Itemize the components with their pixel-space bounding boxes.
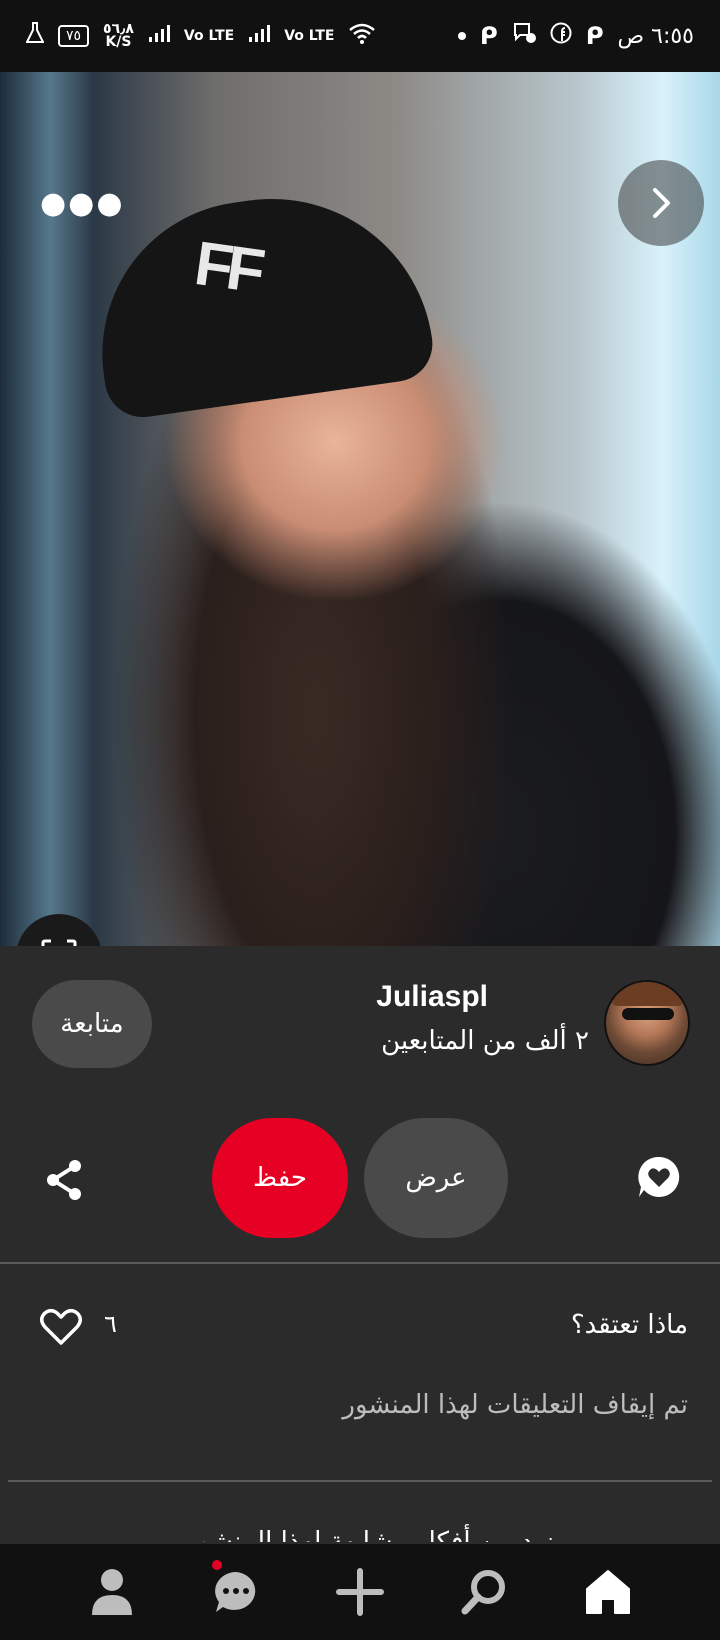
signal-icon (148, 23, 170, 49)
next-button[interactable] (618, 160, 704, 246)
create-icon (336, 1568, 384, 1616)
nav-create[interactable] (330, 1562, 390, 1622)
share-button[interactable] (44, 1158, 84, 1202)
profile-icon (92, 1569, 132, 1615)
messenger-icon (512, 22, 536, 50)
nav-messages[interactable] (206, 1560, 266, 1622)
home-icon (586, 1570, 630, 1614)
share-icon (47, 1160, 81, 1200)
signal-icon (248, 23, 271, 49)
search-icon (461, 1570, 505, 1615)
chevron-right-icon (653, 188, 670, 218)
avatar-glasses (622, 1008, 674, 1020)
divider (0, 1262, 720, 1264)
creator-followers: ٢ ألف من المتابعين (381, 1026, 589, 1056)
dot-icon (457, 32, 466, 40)
status-bar-left: ٧٥ ٥٦٫٨ K/S Vo LTE Vo LTE (25, 22, 376, 50)
more-ideas-heading: مزيد من أفكار مشابهة لهذا المنشور (185, 1527, 570, 1542)
wifi-icon (348, 22, 376, 50)
notification-dot (212, 1560, 222, 1570)
facebook-icon (550, 22, 572, 50)
like-button[interactable] (40, 1308, 82, 1346)
visual-search-button[interactable] (16, 914, 102, 946)
network-speed-unit: K/S (105, 34, 132, 50)
p-app-icon: ᑭ (479, 22, 498, 50)
visual-search-icon (41, 939, 77, 946)
status-bar: ٧٥ ٥٦٫٨ K/S Vo LTE Vo LTE ᑭ ᑭ ٦:٥٥ ص (0, 0, 720, 72)
nav-search[interactable] (454, 1562, 514, 1622)
comment-icon (638, 1156, 680, 1197)
p-app-icon: ᑭ (585, 22, 604, 50)
heart-icon (40, 1309, 82, 1345)
view-button[interactable]: عرض (364, 1118, 508, 1238)
volte-label-1: Vo LTE (183, 27, 235, 44)
comment-button[interactable] (636, 1154, 682, 1200)
battery-icon: ٧٥ (58, 25, 90, 47)
save-button[interactable]: حفظ (212, 1118, 348, 1238)
nav-home[interactable] (578, 1562, 638, 1622)
divider (8, 1480, 712, 1482)
follow-button[interactable]: متابعة (32, 980, 152, 1068)
creator-name[interactable]: Juliaspl (376, 980, 488, 1014)
messages-icon (215, 1572, 256, 1612)
pin-image[interactable]: FF ●●● (0, 72, 720, 946)
network-speed: ٥٦٫٨ K/S (103, 22, 134, 50)
nav-profile[interactable] (82, 1562, 142, 1622)
status-bar-right: ᑭ ᑭ ٦:٥٥ ص (457, 22, 694, 50)
like-count: ٦ (104, 1310, 117, 1338)
cap-logo: FF (190, 228, 264, 307)
photo-cap (82, 178, 438, 422)
comments-disabled-text: تم إيقاف التعليقات لهذا المنشور (342, 1390, 688, 1420)
comments-question: ماذا تعتقد؟ (570, 1310, 688, 1340)
avatar[interactable] (604, 980, 690, 1066)
more-horizontal-icon[interactable]: ●●● (40, 186, 125, 221)
flask-icon (25, 22, 45, 50)
volte-label-2: Vo LTE (284, 27, 335, 44)
bottom-nav (0, 1544, 720, 1640)
avatar-hair (612, 982, 684, 1006)
status-time: ٦:٥٥ ص (617, 23, 694, 49)
